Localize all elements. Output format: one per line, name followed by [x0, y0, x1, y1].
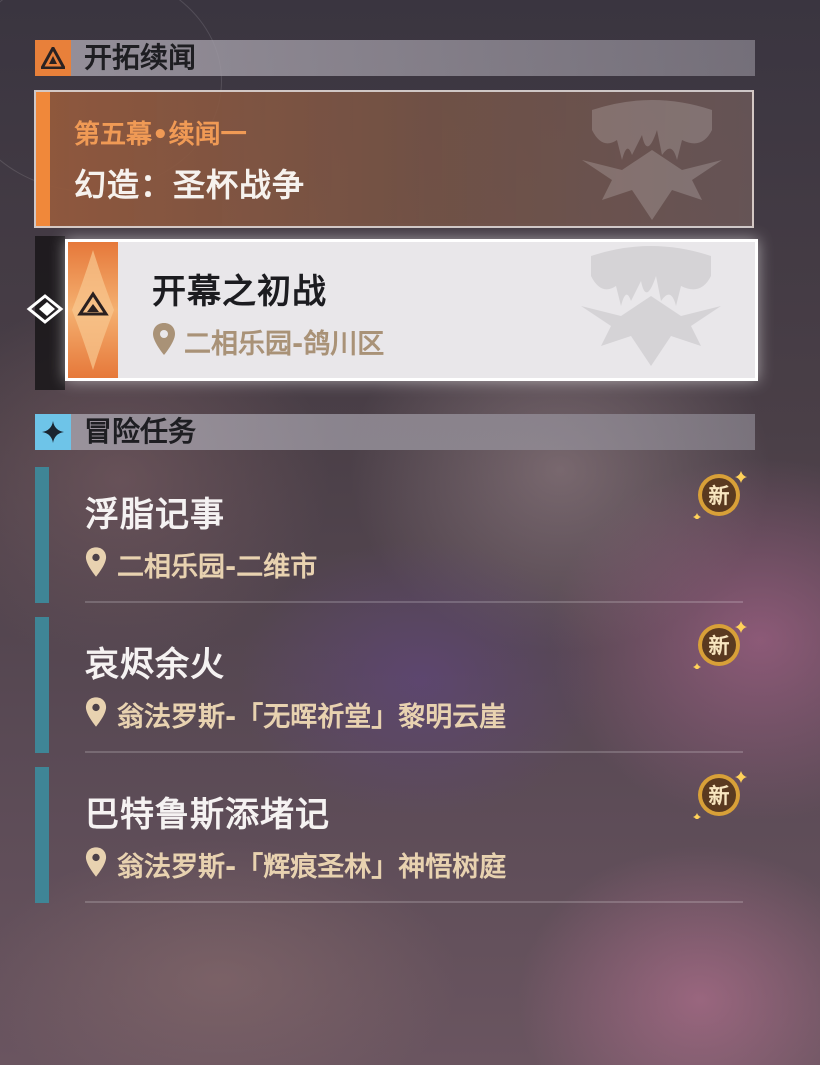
new-badge: 新	[693, 771, 747, 819]
location-pin-icon	[85, 697, 107, 727]
new-badge: 新	[693, 621, 747, 669]
mission-location: 二相乐园-二维市	[117, 552, 318, 583]
svg-text:新: 新	[709, 634, 730, 658]
divider	[85, 901, 743, 903]
mission-accent-bar	[35, 467, 49, 603]
current-quest-arrow-icon	[26, 294, 64, 324]
grail-emblem	[581, 246, 721, 366]
location-pin-icon	[153, 323, 175, 355]
chapter-title: 幻造：圣杯战争	[74, 166, 306, 204]
chapter-card[interactable]: 第五幕•续闻一 幻造：圣杯战争	[34, 90, 754, 228]
mission-name: 浮脂记事	[85, 495, 225, 535]
svg-text:新: 新	[709, 784, 730, 808]
section-title: 冒险任务	[84, 415, 197, 448]
current-quest-card[interactable]: 开幕之初战 二相乐园-鸽川区	[65, 239, 758, 381]
location-pin-icon	[85, 547, 107, 577]
current-quest-location: 二相乐园-鸽川区	[184, 329, 385, 360]
adventure-star-icon	[35, 414, 71, 450]
chapter-subtitle: 第五幕•续闻一	[74, 120, 247, 150]
chapter-accent-bar	[36, 92, 50, 226]
adventure-mission-item[interactable]: 哀烬余火 翁法罗斯-「无晖祈堂」黎明云崖 新	[35, 617, 755, 753]
trailblaze-section-header: 开拓续闻	[35, 40, 755, 76]
divider	[85, 751, 743, 753]
grail-emblem	[582, 100, 722, 220]
quest-icon-strip	[68, 242, 118, 378]
divider	[85, 601, 743, 603]
current-quest-name: 开幕之初战	[152, 272, 327, 312]
mission-accent-bar	[35, 767, 49, 903]
svg-text:新: 新	[709, 484, 730, 508]
mission-accent-bar	[35, 617, 49, 753]
trailblaze-diamond-icon	[72, 250, 114, 370]
adventure-section-header: 冒险任务	[35, 414, 755, 450]
trailblaze-mission-icon	[35, 40, 71, 76]
adventure-mission-item[interactable]: 巴特鲁斯添堵记 翁法罗斯-「辉痕圣林」神悟树庭 新	[35, 767, 755, 903]
mission-name: 哀烬余火	[85, 645, 225, 685]
mission-location: 翁法罗斯-「无晖祈堂」黎明云崖	[117, 702, 507, 733]
adventure-mission-item[interactable]: 浮脂记事 二相乐园-二维市 新	[35, 467, 755, 603]
location-pin-icon	[85, 847, 107, 877]
section-title: 开拓续闻	[84, 41, 197, 74]
mission-location: 翁法罗斯-「辉痕圣林」神悟树庭	[117, 852, 507, 883]
new-badge: 新	[693, 471, 747, 519]
mission-name: 巴特鲁斯添堵记	[85, 795, 330, 835]
